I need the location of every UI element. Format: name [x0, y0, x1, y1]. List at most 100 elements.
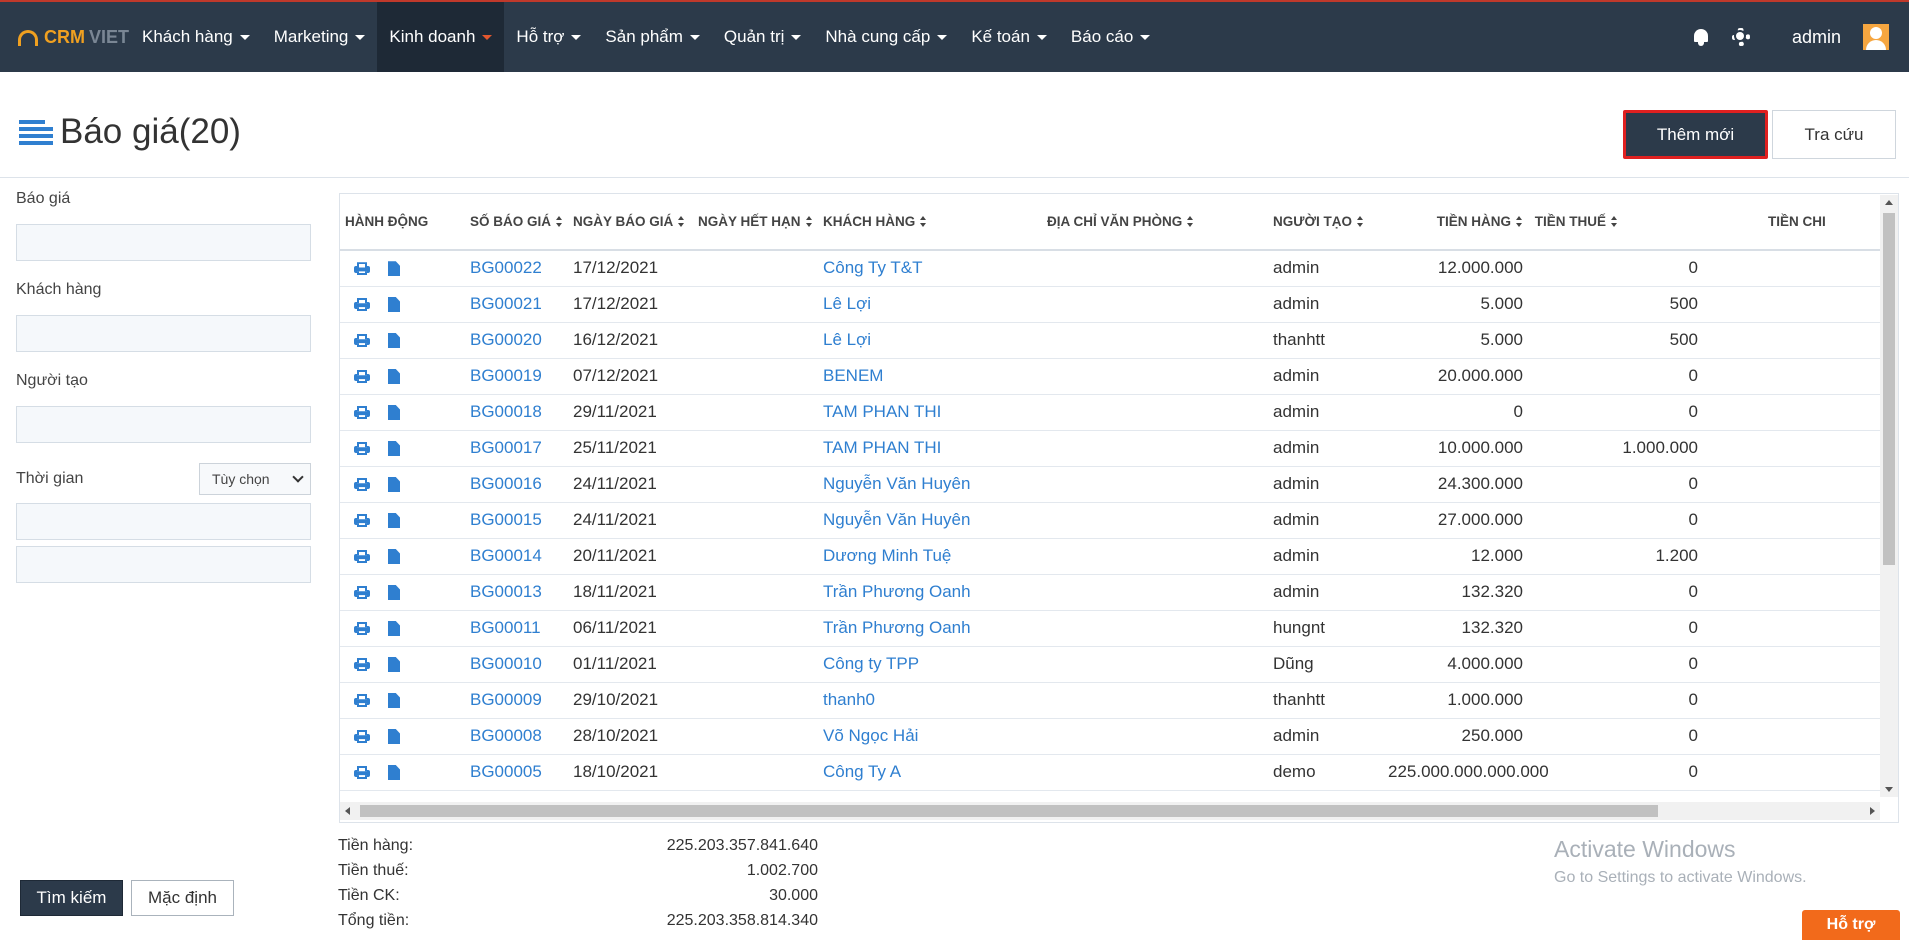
table-row[interactable]: BG00008 28/10/2021 Võ Ngọc Hải admin 250.000… — [340, 718, 1898, 755]
document-icon[interactable] — [388, 585, 400, 601]
document-icon[interactable] — [388, 621, 400, 637]
scroll-down-icon[interactable] — [1885, 787, 1893, 792]
document-icon[interactable] — [388, 369, 400, 385]
quote-number-cell[interactable]: BG00016 — [465, 466, 568, 503]
nav-ke-toan[interactable]: Kế toán — [959, 2, 1059, 72]
customer-link[interactable]: BENEM — [823, 366, 883, 385]
customer-cell[interactable]: Công Ty T&T — [818, 250, 1042, 287]
quote-number-cell[interactable]: BG00019 — [465, 358, 568, 395]
table-row[interactable]: BG00005 18/10/2021 Công Ty A demo 225.000.00… — [340, 754, 1898, 791]
date-to-input[interactable] — [16, 546, 311, 583]
quote-number-cell[interactable]: BG00014 — [465, 538, 568, 575]
table-row[interactable]: BG00015 24/11/2021 Nguyễn Văn Huyên admin 27… — [340, 502, 1898, 539]
printer-icon[interactable] — [354, 730, 370, 743]
quote-number-cell[interactable]: BG00009 — [465, 682, 568, 719]
printer-icon[interactable] — [354, 766, 370, 779]
search-button[interactable]: Tìm kiếm — [20, 880, 123, 916]
document-icon[interactable] — [388, 549, 400, 565]
quote-number-link[interactable]: BG00013 — [470, 582, 542, 601]
quote-number-cell[interactable]: BG00005 — [465, 754, 568, 791]
customer-cell[interactable]: thanh0 — [818, 682, 1042, 719]
customer-cell[interactable]: TAM PHAN THI — [818, 394, 1042, 431]
customer-link[interactable]: Công Ty A — [823, 762, 901, 781]
support-button[interactable]: Hỗ trợ — [1802, 910, 1900, 940]
nav-marketing[interactable]: Marketing — [262, 2, 378, 72]
customer-cell[interactable]: Lê Lợi — [818, 286, 1042, 323]
nav-san-pham[interactable]: Sản phẩm — [593, 2, 712, 72]
document-icon[interactable] — [388, 405, 400, 421]
table-row[interactable]: BG00020 16/12/2021 Lê Lợi thanhtt 5.000 500 — [340, 322, 1898, 359]
document-icon[interactable] — [388, 477, 400, 493]
col-goods-amount[interactable]: TIỀN HÀNG — [1383, 194, 1528, 251]
time-range-select[interactable]: Tùy chọn — [199, 463, 311, 495]
table-row[interactable]: BG00014 20/11/2021 Dương Minh Tuệ admin 12.0… — [340, 538, 1898, 575]
customer-link[interactable]: Lê Lợi — [823, 294, 871, 313]
add-new-button[interactable]: Thêm mới — [1623, 110, 1768, 159]
printer-icon[interactable] — [354, 550, 370, 563]
col-quote-date[interactable]: NGÀY BÁO GIÁ — [568, 194, 693, 251]
printer-icon[interactable] — [354, 406, 370, 419]
document-icon[interactable] — [388, 297, 400, 313]
customer-link[interactable]: TAM PHAN THI — [823, 402, 941, 421]
scroll-left-icon[interactable] — [345, 807, 350, 815]
quote-number-cell[interactable]: BG00018 — [465, 394, 568, 431]
printer-icon[interactable] — [354, 694, 370, 707]
customer-cell[interactable]: Lê Lợi — [818, 322, 1042, 359]
scrollbar-thumb[interactable] — [360, 805, 1658, 817]
quote-number-cell[interactable]: BG00020 — [465, 322, 568, 359]
quote-number-link[interactable]: BG00005 — [470, 762, 542, 781]
customer-link[interactable]: Nguyễn Văn Huyên — [823, 474, 970, 493]
printer-icon[interactable] — [354, 478, 370, 491]
user-name[interactable]: admin — [1792, 27, 1841, 48]
quote-number-cell[interactable]: BG00021 — [465, 286, 568, 323]
printer-icon[interactable] — [354, 262, 370, 275]
quote-number-cell[interactable]: BG00013 — [465, 574, 568, 611]
horizontal-scrollbar[interactable] — [340, 802, 1880, 820]
table-row[interactable]: BG00010 01/11/2021 Công ty TPP Dũng 4.000.00… — [340, 646, 1898, 683]
customer-filter-input[interactable] — [16, 315, 311, 352]
customer-cell[interactable]: Nguyễn Văn Huyên — [818, 502, 1042, 539]
quote-number-cell[interactable]: BG00017 — [465, 430, 568, 467]
quote-number-cell[interactable]: BG00015 — [465, 502, 568, 539]
printer-icon[interactable] — [354, 334, 370, 347]
scrollbar-thumb[interactable] — [1883, 213, 1895, 565]
customer-cell[interactable]: TAM PHAN THI — [818, 430, 1042, 467]
document-icon[interactable] — [388, 441, 400, 457]
nav-bao-cao[interactable]: Báo cáo — [1059, 2, 1162, 72]
customer-cell[interactable]: Trần Phương Oanh — [818, 574, 1042, 611]
customer-link[interactable]: TAM PHAN THI — [823, 438, 941, 457]
col-discount-amount[interactable]: TIỀN CHI — [1713, 194, 1898, 251]
document-icon[interactable] — [388, 333, 400, 349]
quote-number-link[interactable]: BG00008 — [470, 726, 542, 745]
nav-kinh-doanh[interactable]: Kinh doanh — [377, 2, 505, 72]
nav-khach-hang[interactable]: Khách hàng — [130, 2, 262, 72]
col-quote-number[interactable]: SỐ BÁO GIÁ — [465, 194, 568, 251]
customer-cell[interactable]: Võ Ngọc Hải — [818, 718, 1042, 755]
quote-number-link[interactable]: BG00017 — [470, 438, 542, 457]
document-icon[interactable] — [388, 693, 400, 709]
printer-icon[interactable] — [354, 658, 370, 671]
crmviet-logo[interactable]: CRM VIET — [0, 27, 130, 48]
gear-icon[interactable] — [1731, 28, 1750, 46]
document-icon[interactable] — [388, 513, 400, 529]
quote-number-link[interactable]: BG00010 — [470, 654, 542, 673]
customer-link[interactable]: Công Ty T&T — [823, 258, 923, 277]
printer-icon[interactable] — [354, 298, 370, 311]
quote-filter-input[interactable] — [16, 224, 311, 261]
table-row[interactable]: BG00016 24/11/2021 Nguyễn Văn Huyên admin 24… — [340, 466, 1898, 503]
document-icon[interactable] — [388, 261, 400, 277]
printer-icon[interactable] — [354, 442, 370, 455]
vertical-scrollbar[interactable] — [1880, 195, 1898, 797]
table-row[interactable]: BG00011 06/11/2021 Trần Phương Oanh hungnt 1… — [340, 610, 1898, 647]
customer-link[interactable]: Trần Phương Oanh — [823, 582, 971, 601]
quote-number-link[interactable]: BG00022 — [470, 258, 542, 277]
printer-icon[interactable] — [354, 370, 370, 383]
nav-quan-tri[interactable]: Quản trị — [712, 2, 813, 72]
quote-number-link[interactable]: BG00018 — [470, 402, 542, 421]
table-row[interactable]: BG00013 18/11/2021 Trần Phương Oanh admin 13… — [340, 574, 1898, 611]
quote-number-link[interactable]: BG00016 — [470, 474, 542, 493]
table-row[interactable]: BG00017 25/11/2021 TAM PHAN THI admin 10.000… — [340, 430, 1898, 467]
table-row[interactable]: BG00018 29/11/2021 TAM PHAN THI admin 0 0 — [340, 394, 1898, 431]
nav-nha-cung-cap[interactable]: Nhà cung cấp — [813, 2, 959, 72]
col-customer[interactable]: KHÁCH HÀNG — [818, 194, 1042, 251]
